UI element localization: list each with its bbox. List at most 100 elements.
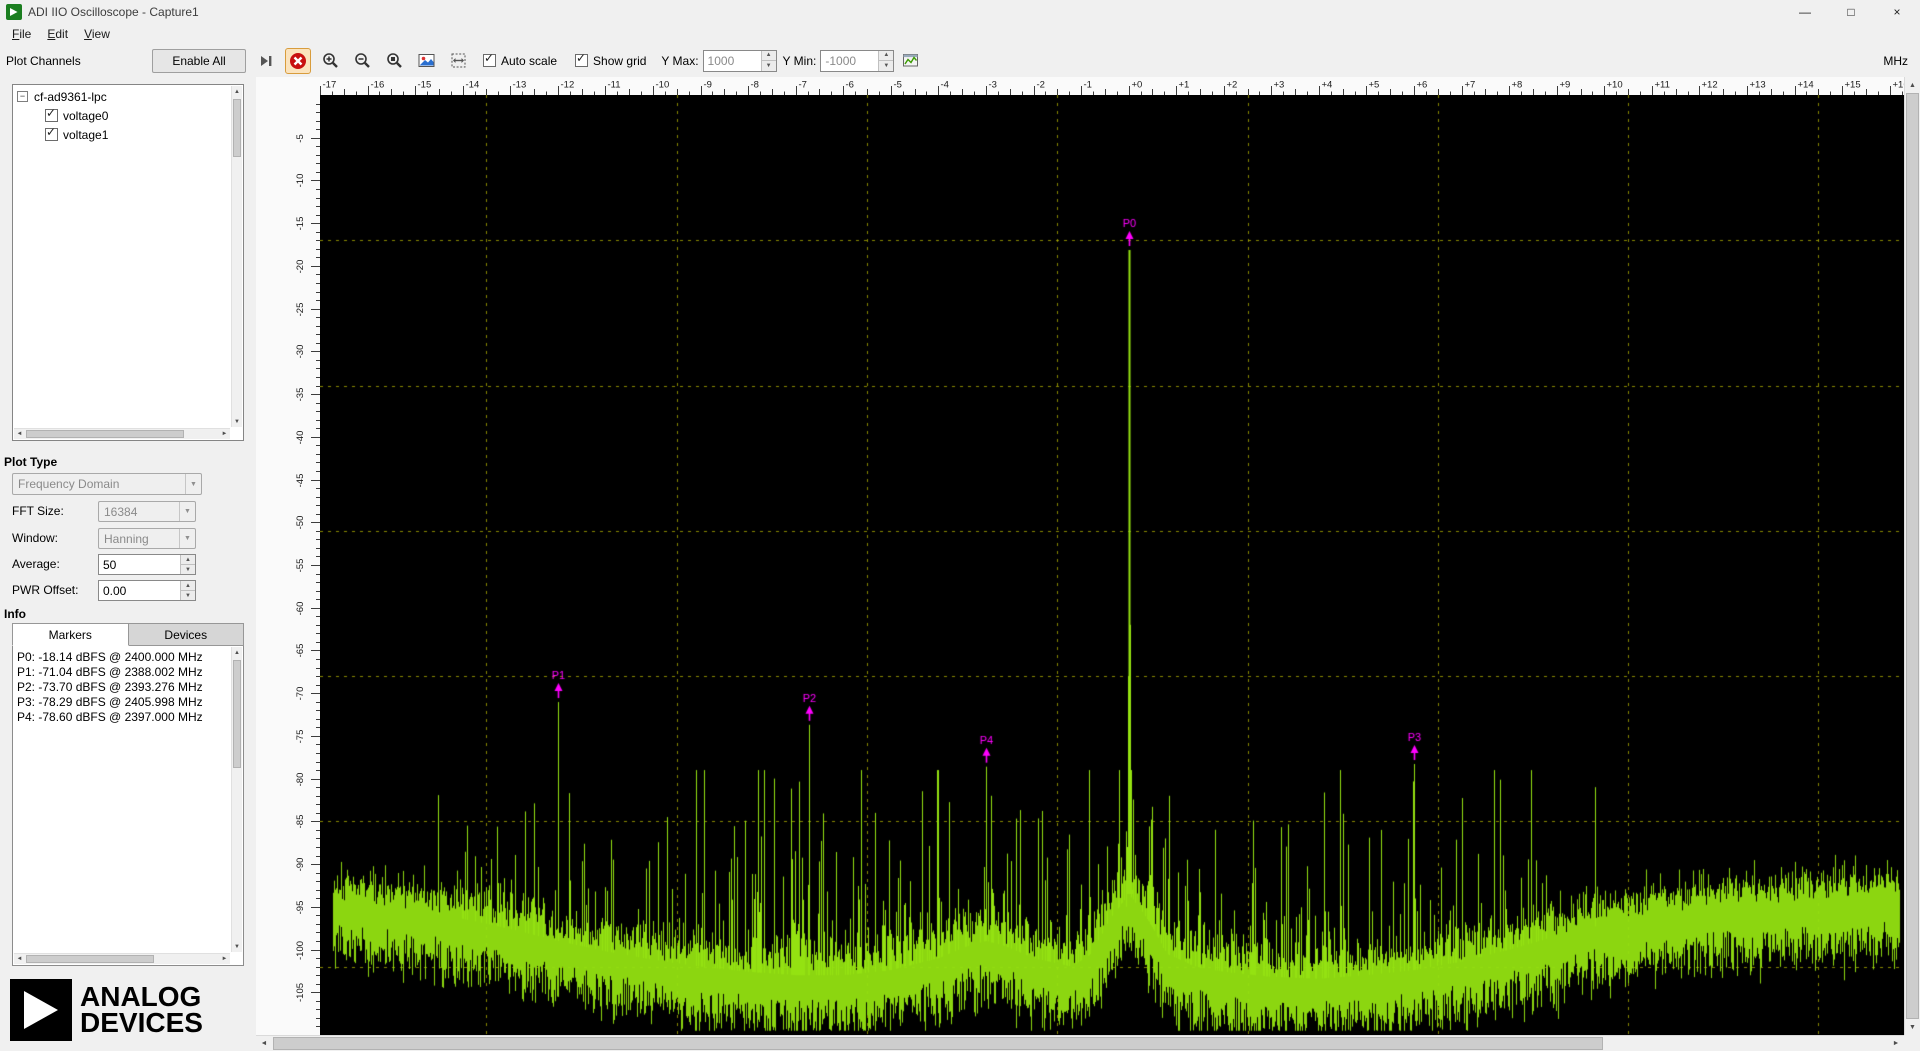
scroll-right-icon: ► bbox=[219, 954, 230, 964]
zoom-fit-icon bbox=[386, 52, 403, 69]
fit-plot-button[interactable] bbox=[445, 48, 471, 74]
marker-readout: P0: -18.14 dBFS @ 2400.000 MHz bbox=[17, 650, 239, 665]
svg-text:-2: -2 bbox=[1037, 80, 1045, 91]
fft-size-select[interactable]: 16384 ▼ bbox=[98, 501, 196, 522]
svg-text:+3: +3 bbox=[1274, 80, 1285, 91]
channel-row[interactable]: ✓ voltage1 bbox=[13, 125, 243, 144]
svg-text:+16: +16 bbox=[1893, 80, 1905, 91]
svg-text:-13: -13 bbox=[513, 80, 527, 91]
zoom-out-icon bbox=[354, 52, 371, 69]
window-label: Window: bbox=[12, 531, 58, 545]
pwr-offset-input[interactable]: 0.00 ▲▼ bbox=[98, 580, 196, 601]
show-grid-checkbox[interactable]: ✓ Show grid bbox=[575, 54, 646, 68]
average-spinner[interactable]: ▲▼ bbox=[180, 555, 195, 574]
channel-checkbox-voltage1[interactable]: ✓ bbox=[45, 128, 58, 141]
average-input[interactable]: 50 ▲▼ bbox=[98, 554, 196, 575]
plot-settings-button[interactable] bbox=[897, 48, 923, 74]
enable-all-button[interactable]: Enable All bbox=[152, 49, 246, 73]
toolbar: Plot Channels Enable All bbox=[0, 44, 1920, 77]
svg-text:-75: -75 bbox=[295, 730, 306, 744]
spin-down-icon: ▼ bbox=[181, 590, 195, 600]
svg-text:-95: -95 bbox=[295, 901, 306, 915]
channel-row[interactable]: ✓ voltage0 bbox=[13, 106, 243, 125]
plot-type-value: Frequency Domain bbox=[13, 477, 185, 491]
close-button[interactable]: × bbox=[1874, 0, 1920, 24]
pwr-offset-label: PWR Offset: bbox=[12, 583, 78, 597]
svg-text:-7: -7 bbox=[799, 80, 807, 91]
window-select[interactable]: Hanning ▼ bbox=[98, 528, 196, 549]
tab-devices[interactable]: Devices bbox=[129, 623, 245, 646]
channel-tree-vscrollbar[interactable]: ▲ ▼ bbox=[231, 86, 242, 427]
svg-text:-10: -10 bbox=[295, 174, 306, 188]
zoom-in-button[interactable] bbox=[317, 48, 343, 74]
spin-down-icon: ▼ bbox=[762, 60, 776, 71]
svg-text:-90: -90 bbox=[295, 858, 306, 872]
plot-vscrollbar[interactable]: ▲ ▼ bbox=[1904, 77, 1920, 1035]
tab-markers[interactable]: Markers bbox=[12, 623, 129, 646]
channel-checkbox-voltage0[interactable]: ✓ bbox=[45, 109, 58, 122]
y-max-spinner[interactable]: ▲▼ bbox=[761, 51, 776, 71]
svg-text:+0: +0 bbox=[1132, 80, 1143, 91]
expander-icon[interactable]: − bbox=[17, 91, 28, 102]
fit-plot-icon bbox=[450, 52, 467, 69]
markers-vscrollbar[interactable]: ▲ ▼ bbox=[231, 647, 242, 952]
scrollbar-thumb[interactable] bbox=[273, 1037, 1603, 1050]
capture-play-button[interactable] bbox=[253, 48, 279, 74]
check-icon: ✓ bbox=[46, 126, 56, 139]
svg-text:-3: -3 bbox=[989, 80, 997, 91]
y-min-input[interactable]: -1000 ▲▼ bbox=[820, 50, 894, 72]
sidebar: − cf-ad9361-lpc ✓ voltage0 ✓ voltage1 ▲ … bbox=[0, 77, 256, 1051]
channel-tree-hscrollbar[interactable]: ◄ ► bbox=[14, 428, 230, 439]
auto-scale-checkbox-box: ✓ bbox=[483, 54, 496, 67]
markers-hscrollbar[interactable]: ◄ ► bbox=[14, 953, 230, 964]
spin-down-icon: ▼ bbox=[181, 564, 195, 574]
scrollbar-thumb[interactable] bbox=[233, 99, 241, 157]
svg-text:-6: -6 bbox=[846, 80, 854, 91]
channel-tree: − cf-ad9361-lpc ✓ voltage0 ✓ voltage1 ▲ … bbox=[12, 84, 244, 441]
menu-view[interactable]: View bbox=[76, 25, 118, 43]
scroll-up-icon: ▲ bbox=[1905, 77, 1920, 93]
svg-text:-16: -16 bbox=[371, 80, 385, 91]
fft-size-label: FFT Size: bbox=[12, 504, 64, 518]
svg-text:-30: -30 bbox=[295, 345, 306, 359]
show-grid-label: Show grid bbox=[593, 54, 646, 68]
show-grid-checkbox-box: ✓ bbox=[575, 54, 588, 67]
scrollbar-thumb[interactable] bbox=[233, 660, 241, 768]
spectrum-plot[interactable] bbox=[320, 95, 1904, 1035]
svg-text:-65: -65 bbox=[295, 644, 306, 658]
save-image-button[interactable] bbox=[413, 48, 439, 74]
menu-file[interactable]: File bbox=[4, 25, 39, 43]
y-max-input[interactable]: 1000 ▲▼ bbox=[703, 50, 777, 72]
zoom-out-button[interactable] bbox=[349, 48, 375, 74]
scrollbar-thumb[interactable] bbox=[1906, 93, 1919, 1019]
plot-channels-label: Plot Channels bbox=[6, 54, 81, 68]
svg-text:+15: +15 bbox=[1845, 80, 1861, 91]
adi-logo: ANALOG DEVICES bbox=[10, 979, 203, 1041]
svg-text:-20: -20 bbox=[295, 260, 306, 274]
plot-hscrollbar[interactable]: ◄ ► bbox=[256, 1035, 1904, 1051]
svg-text:+12: +12 bbox=[1702, 80, 1718, 91]
menu-bar: FileEditView bbox=[0, 24, 1920, 44]
scrollbar-thumb[interactable] bbox=[26, 955, 154, 963]
pwr-offset-spinner[interactable]: ▲▼ bbox=[180, 581, 195, 600]
zoom-fit-button[interactable] bbox=[381, 48, 407, 74]
scroll-right-icon: ► bbox=[1888, 1036, 1904, 1051]
scrollbar-thumb[interactable] bbox=[26, 430, 184, 438]
menu-edit[interactable]: Edit bbox=[39, 25, 76, 43]
spin-up-icon: ▲ bbox=[181, 555, 195, 564]
plot-settings-icon bbox=[902, 52, 919, 69]
minimize-button[interactable]: — bbox=[1782, 0, 1828, 24]
svg-text:-5: -5 bbox=[894, 80, 902, 91]
auto-scale-checkbox[interactable]: ✓ Auto scale bbox=[483, 54, 557, 68]
maximize-button[interactable]: □ bbox=[1828, 0, 1874, 24]
svg-text:+10: +10 bbox=[1607, 80, 1623, 91]
y-min-spinner[interactable]: ▲▼ bbox=[878, 51, 893, 71]
svg-text:-55: -55 bbox=[295, 559, 306, 573]
play-next-icon bbox=[258, 53, 274, 69]
device-row[interactable]: − cf-ad9361-lpc bbox=[13, 87, 243, 106]
stop-capture-button[interactable] bbox=[285, 48, 311, 74]
plot-type-select[interactable]: Frequency Domain ▼ bbox=[12, 473, 202, 495]
spin-down-icon: ▼ bbox=[879, 60, 893, 71]
window-controls: — □ × bbox=[1782, 0, 1920, 24]
pwr-offset-value: 0.00 bbox=[99, 581, 180, 600]
